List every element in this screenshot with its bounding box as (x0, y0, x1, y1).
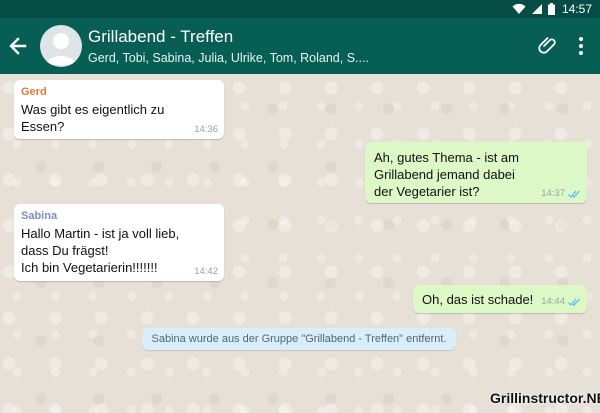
wifi-icon (512, 3, 526, 15)
message-bubble[interactable]: Gerd Was gibt es eigentlich zu Essen? 14… (14, 80, 224, 139)
message-bubble[interactable]: Ah, gutes Thema - ist am Grillabend jema… (365, 142, 587, 203)
status-bar: 14:57 (0, 0, 600, 18)
battery-icon (547, 3, 555, 15)
system-message: Sabina wurde aus der Gruppe "Grillabend … (142, 328, 456, 350)
paperclip-icon[interactable] (537, 34, 559, 56)
more-vert-icon[interactable] (574, 35, 588, 57)
message-time-wrap: 14:36 (194, 124, 218, 135)
double-check-icon (568, 190, 580, 198)
watermark: Grillinstructor.NET (490, 390, 600, 406)
back-arrow-icon[interactable] (8, 34, 28, 58)
chat-header: Grillabend - Treffen Gerd, Tobi, Sabina,… (0, 18, 600, 74)
group-avatar[interactable] (40, 25, 82, 67)
avatar-icon (46, 33, 76, 65)
message-time-wrap: 14:44 (541, 296, 581, 307)
message-text: Hallo Martin - ist ja voll lieb, dass Du… (21, 226, 180, 275)
chat-title[interactable]: Grillabend - Treffen (88, 27, 233, 47)
message-time: 14:37 (541, 188, 565, 199)
message-time: 14:44 (541, 296, 565, 307)
message-text: Was gibt es eigentlich zu Essen? (21, 102, 165, 134)
message-time-wrap: 14:37 (541, 188, 581, 199)
message-bubble[interactable]: Sabina Hallo Martin - ist ja voll lieb, … (14, 204, 224, 281)
status-icons: 14:57 (512, 2, 592, 16)
chat-area[interactable]: Gerd Was gibt es eigentlich zu Essen? 14… (0, 74, 600, 413)
status-time: 14:57 (561, 2, 592, 16)
message-sender: Gerd (21, 86, 47, 98)
message-bubble[interactable]: Oh, das ist schade! 14:44 (413, 285, 587, 313)
message-time: 14:36 (194, 124, 218, 135)
signal-icon (531, 4, 542, 14)
message-sender: Sabina (21, 210, 58, 222)
chat-members[interactable]: Gerd, Tobi, Sabina, Julia, Ulrike, Tom, … (88, 50, 369, 66)
double-check-icon (568, 298, 580, 306)
message-time-wrap: 14:42 (194, 266, 218, 277)
message-time: 14:42 (194, 266, 218, 277)
